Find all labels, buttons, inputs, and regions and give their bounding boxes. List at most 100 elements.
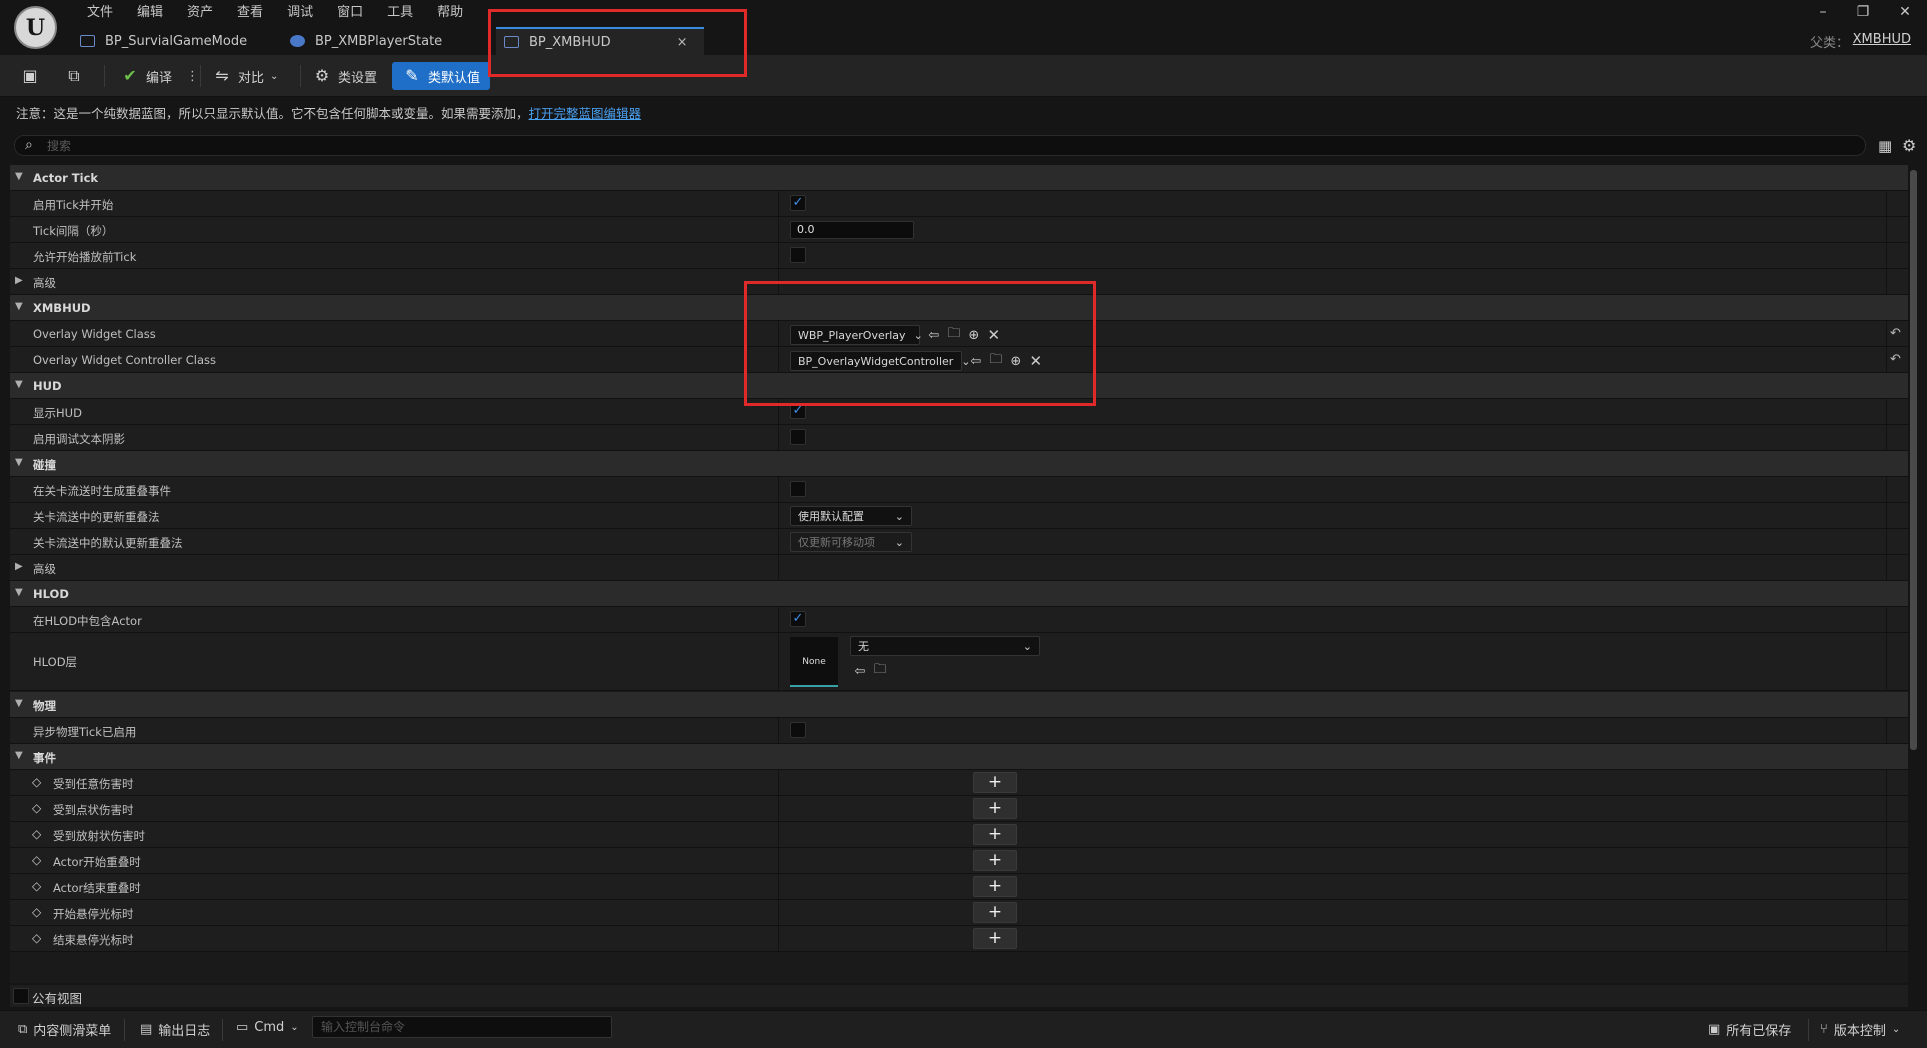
menu-asset[interactable]: 资产: [175, 3, 225, 23]
tab-xmb-player-state[interactable]: BP_XMBPlayerState: [290, 27, 480, 55]
settings-gear-icon[interactable]: ⚙: [1902, 136, 1916, 155]
class-defaults-button[interactable]: ✎ 类默认值: [392, 62, 491, 90]
category-label: 物理: [33, 699, 56, 713]
column-divider: [1886, 874, 1887, 899]
status-divider: [124, 1019, 125, 1041]
collapse-arrow-icon[interactable]: ▼: [15, 587, 23, 598]
generate-overlap-events-checkbox[interactable]: [790, 481, 806, 497]
column-divider: [778, 217, 779, 242]
category-events[interactable]: ▼ 事件: [10, 744, 1908, 770]
compile-check-icon: ✔: [123, 66, 137, 85]
menu-tools[interactable]: 工具: [375, 3, 425, 23]
add-event-button[interactable]: +: [973, 902, 1017, 923]
view-options-icon[interactable]: ▦: [1878, 137, 1892, 155]
collapse-arrow-icon[interactable]: ▼: [15, 379, 23, 390]
expand-arrow-icon[interactable]: ▶: [15, 561, 23, 572]
minimize-button[interactable]: –: [1808, 2, 1838, 22]
debug-text-shadow-checkbox[interactable]: [790, 429, 806, 445]
output-log-button[interactable]: ▤ 输出日志: [140, 1020, 210, 1039]
public-view-label: 公有视图: [32, 991, 83, 1006]
allow-tick-before-play-checkbox[interactable]: [790, 247, 806, 263]
public-view-toggle: 公有视图: [10, 985, 1908, 1007]
unreal-logo-icon[interactable]: U: [14, 6, 57, 49]
more-options-icon[interactable]: ⋮: [186, 69, 199, 84]
add-event-button[interactable]: +: [973, 824, 1017, 845]
save-status-icon: ▣: [1708, 1022, 1721, 1037]
collapse-arrow-icon[interactable]: ▼: [15, 750, 23, 761]
hlod-layer-combo[interactable]: 无 ⌄: [850, 636, 1040, 656]
category-hlod[interactable]: ▼ HLOD: [10, 581, 1908, 607]
menu-edit[interactable]: 编辑: [125, 3, 175, 23]
column-divider: [778, 503, 779, 528]
column-divider: [1886, 321, 1887, 346]
menu-help[interactable]: 帮助: [425, 3, 475, 23]
property-label: 高级: [33, 562, 56, 576]
chevron-down-icon: ⌄: [290, 1022, 299, 1033]
event-label: 结束悬停光标时: [53, 933, 134, 947]
collapse-arrow-icon[interactable]: ▼: [15, 698, 23, 709]
property-row: 关卡流送中的更新重叠法 使用默认配置 ⌄: [10, 503, 1908, 529]
menu-view[interactable]: 查看: [225, 3, 275, 23]
compile-button[interactable]: ✔ 编译 ⋮: [120, 62, 199, 90]
close-window-button[interactable]: ✕: [1890, 2, 1920, 22]
chevron-down-icon: ⌄: [270, 70, 279, 82]
restore-button[interactable]: ❐: [1848, 2, 1878, 22]
details-scrollbar[interactable]: [1910, 170, 1917, 750]
collapse-arrow-icon[interactable]: ▼: [15, 301, 23, 312]
add-event-button[interactable]: +: [973, 772, 1017, 793]
add-event-button[interactable]: +: [973, 928, 1017, 949]
include-in-hlod-checkbox[interactable]: ✓: [790, 611, 806, 627]
menu-bar: 文件 编辑 资产 查看 调试 窗口 工具 帮助: [75, 3, 475, 23]
class-settings-button[interactable]: ⚙ 类设置: [312, 62, 377, 90]
public-view-checkbox[interactable]: [13, 988, 29, 1004]
collapse-arrow-icon[interactable]: ▼: [15, 457, 23, 468]
property-row: 启用调试文本阴影: [10, 425, 1908, 451]
add-event-button[interactable]: +: [973, 876, 1017, 897]
column-divider: [778, 926, 779, 951]
add-event-button[interactable]: +: [973, 850, 1017, 871]
reset-to-default-icon[interactable]: ↶: [1890, 326, 1901, 341]
menu-file[interactable]: 文件: [75, 3, 125, 23]
output-log-icon: ▤: [140, 1022, 153, 1037]
tick-interval-field[interactable]: 0.0: [790, 221, 914, 239]
browse-button[interactable]: ⧉: [64, 62, 90, 90]
content-drawer-button[interactable]: ⧉ 内容侧滑菜单: [18, 1020, 111, 1039]
collapse-arrow-icon[interactable]: ▼: [15, 171, 23, 182]
category-collision[interactable]: ▼ 碰撞: [10, 451, 1908, 477]
gear-icon: ⚙: [314, 66, 330, 85]
hlod-layer-thumbnail[interactable]: None: [790, 637, 838, 687]
console-command-input[interactable]: [312, 1016, 612, 1038]
start-with-tick-checkbox[interactable]: ✓: [790, 195, 806, 211]
add-event-button[interactable]: +: [973, 798, 1017, 819]
async-physics-tick-checkbox[interactable]: [790, 722, 806, 738]
use-selected-icon[interactable]: ⇦: [850, 664, 870, 679]
diff-button[interactable]: ⇋ 对比 ⌄: [212, 62, 278, 90]
advanced-row[interactable]: ▶ 高级: [10, 555, 1908, 581]
event-diamond-icon: ◇: [32, 879, 42, 893]
save-button[interactable]: ▣: [20, 62, 46, 90]
update-overlaps-combo[interactable]: 使用默认配置 ⌄: [790, 506, 912, 526]
open-full-editor-link[interactable]: 打开完整蓝图编辑器: [529, 106, 642, 121]
event-label: 开始悬停光标时: [53, 907, 134, 921]
menu-debug[interactable]: 调试: [275, 3, 325, 23]
category-physics[interactable]: ▼ 物理: [10, 692, 1908, 718]
expand-arrow-icon[interactable]: ▶: [15, 275, 23, 286]
category-actor-tick[interactable]: ▼ Actor Tick: [10, 165, 1908, 191]
all-saved-button[interactable]: ▣ 所有已保存: [1708, 1020, 1791, 1039]
menu-window[interactable]: 窗口: [325, 3, 375, 23]
source-control-button[interactable]: ⑂ 版本控制 ⌄: [1820, 1020, 1900, 1039]
search-input[interactable]: [47, 137, 1847, 155]
chevron-down-icon: ⌄: [894, 535, 904, 549]
column-divider: [1886, 555, 1887, 580]
cmd-dropdown[interactable]: ▭ Cmd ⌄: [236, 1020, 299, 1035]
tab-survial-game-mode[interactable]: BP_SurvialGameMode: [78, 27, 278, 55]
browse-asset-icon[interactable]: 🗀: [870, 660, 890, 682]
parent-class-link[interactable]: XMBHUD: [1853, 32, 1911, 47]
column-divider: [1886, 796, 1887, 821]
reset-to-default-icon[interactable]: ↶: [1890, 352, 1901, 367]
event-row: ◇ Actor结束重叠时 +: [10, 874, 1908, 900]
event-diamond-icon: ◇: [32, 827, 42, 841]
search-icon: ⌕: [25, 137, 33, 153]
property-label: 关卡流送中的更新重叠法: [33, 510, 160, 524]
property-row: HLOD层 None 无 ⌄ ⇦ 🗀: [10, 633, 1908, 691]
